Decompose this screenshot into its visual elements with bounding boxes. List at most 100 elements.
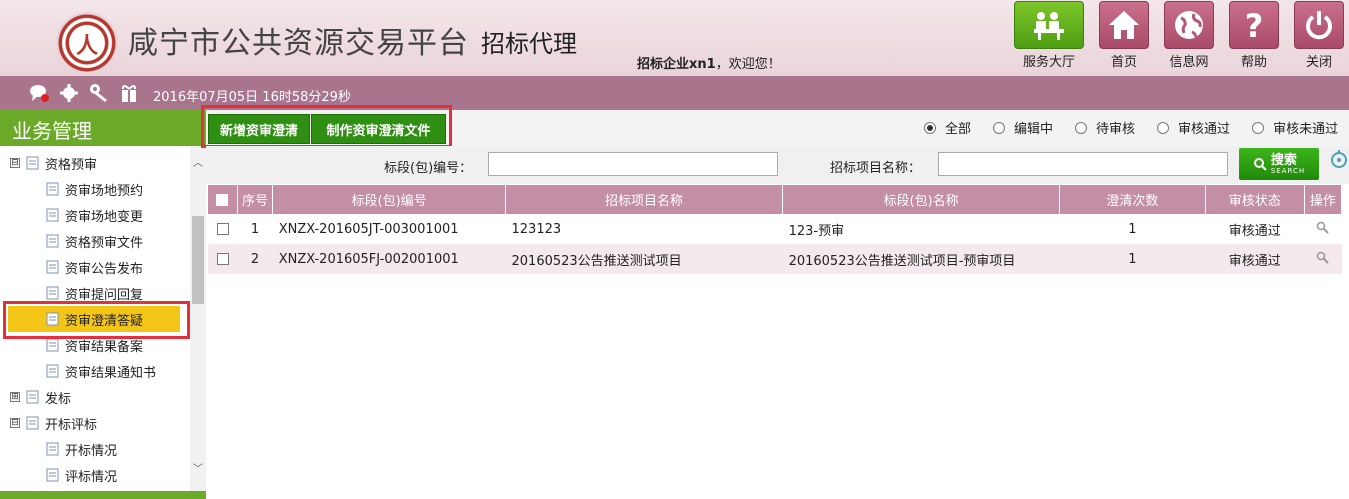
- home-button[interactable]: 首页: [1099, 1, 1149, 70]
- radio-icon[interactable]: [1075, 121, 1088, 134]
- tree-label: 资审场地变更: [65, 209, 144, 225]
- search-button[interactable]: 搜索 SEARCH: [1239, 148, 1319, 180]
- checkbox-icon[interactable]: [216, 253, 229, 265]
- expand-icon[interactable]: ⊞: [10, 392, 20, 402]
- gift-icon[interactable]: [118, 82, 140, 104]
- tree-item-venue-change[interactable]: 资审场地变更: [46, 202, 143, 228]
- folder-doc-icon: [26, 416, 39, 430]
- col-header-code: 标段(包)编号: [272, 185, 507, 214]
- document-icon: [46, 260, 59, 274]
- cell-status: 审核通过: [1228, 223, 1281, 239]
- sidebar-tree: ⊟ 资格预审 资审场地预约 资审场地变更 资格预审文件 资审公告发布 资审提问回复…: [0, 146, 206, 491]
- checkbox-icon[interactable]: [216, 223, 229, 235]
- search-icon: [1253, 158, 1267, 171]
- cell-project: 123123: [511, 221, 562, 237]
- tree-group-bidding[interactable]: ⊞ 发标: [10, 384, 71, 410]
- tree-item-result-filing[interactable]: 资审结果备案: [46, 332, 143, 358]
- add-clarification-button[interactable]: 新增资审澄清: [208, 114, 310, 144]
- sub-title: 招标代理: [481, 30, 577, 58]
- tree-item-venue-booking[interactable]: 资审场地预约: [46, 176, 143, 202]
- help-label: 帮助: [1240, 55, 1267, 70]
- home-icon: [1109, 11, 1139, 39]
- service-hall-icon: [1034, 12, 1064, 40]
- row-select[interactable]: [208, 244, 238, 274]
- radio-icon[interactable]: [1157, 121, 1170, 134]
- cell-project: 20160523公告推送测试项目: [505, 244, 783, 274]
- row-select[interactable]: [208, 214, 237, 244]
- cell-no: 2: [237, 244, 273, 274]
- tree-group-opening[interactable]: ⊟ 开标评标: [10, 410, 97, 436]
- select-all-cell[interactable]: [208, 185, 238, 214]
- tree-label: 资审公告发布: [65, 261, 144, 277]
- cell-action[interactable]: [1304, 214, 1341, 244]
- welcome-user: 招标企业xn1: [637, 57, 716, 72]
- view-icon[interactable]: [1316, 221, 1330, 234]
- document-icon: [46, 286, 59, 300]
- info-network-label: 信息网: [1169, 55, 1209, 70]
- tree-item-opening-status[interactable]: 开标情况: [46, 436, 117, 462]
- tree-label: 资审场地预约: [65, 183, 144, 199]
- col-header-section: 标段(包)名称: [782, 185, 1061, 214]
- filter-pending[interactable]: 待审核: [1075, 118, 1135, 137]
- section-code-label: 标段(包)编号：: [384, 161, 473, 176]
- section-code-input[interactable]: [488, 152, 778, 176]
- scroll-down-icon[interactable]: ﹀: [193, 460, 203, 475]
- power-icon: [1306, 11, 1332, 40]
- tree-item-qa-reply[interactable]: 资审提问回复: [46, 280, 143, 306]
- radio-icon[interactable]: [1252, 121, 1265, 134]
- sidebar-scrollbar[interactable]: ︿ ﹀: [190, 146, 206, 491]
- help-button[interactable]: ? 帮助: [1229, 1, 1279, 70]
- filter-approved[interactable]: 审核通过: [1157, 118, 1230, 137]
- key-icon[interactable]: [88, 82, 110, 104]
- filter-label: 待审核: [1096, 122, 1136, 137]
- table-header-row: 序号 标段(包)编号 招标项目名称 标段(包)名称 澄清次数 审核状态 操作: [208, 185, 1343, 214]
- filter-label: 编辑中: [1014, 122, 1054, 137]
- gear-icon[interactable]: [58, 82, 80, 104]
- close-button[interactable]: 关闭: [1294, 1, 1344, 70]
- tree-item-clarification[interactable]: 资审澄清答疑: [8, 306, 180, 332]
- tree-label: 开标情况: [65, 443, 118, 459]
- service-hall-button[interactable]: 服务大厅: [1014, 1, 1084, 70]
- cell-code: XNZX-201605FJ-002001001: [272, 244, 506, 274]
- radio-icon[interactable]: [993, 121, 1006, 134]
- tree-label: 发标: [45, 391, 72, 407]
- collapse-icon[interactable]: ⊟: [10, 158, 20, 168]
- service-hall-label: 服务大厅: [1022, 55, 1075, 70]
- tree-group-qualification[interactable]: ⊟ 资格预审: [10, 150, 97, 176]
- tree-item-result-notice[interactable]: 资审结果通知书: [46, 358, 156, 384]
- filter-label: 全部: [945, 122, 972, 137]
- make-clarification-file-button[interactable]: 制作资审澄清文件: [311, 114, 446, 144]
- cell-section: 20160523公告推送测试项目-预审项目: [782, 244, 1060, 274]
- tree-label: 资审澄清答疑: [65, 313, 144, 329]
- tree-item-prequal-docs[interactable]: 资格预审文件: [46, 228, 143, 254]
- welcome-text: 招标企业xn1，欢迎您！: [637, 53, 781, 72]
- collapse-icon[interactable]: ⊟: [10, 418, 20, 428]
- project-name-input[interactable]: [938, 152, 1228, 176]
- scroll-up-icon[interactable]: ︿: [193, 154, 203, 169]
- table-row: 1 XNZX-201605JT-003001001 123123 123-预审 …: [208, 214, 1342, 244]
- message-icon[interactable]: [28, 82, 50, 104]
- globe-icon: [1175, 11, 1203, 39]
- cell-action[interactable]: [1304, 244, 1342, 274]
- filter-all[interactable]: 全部: [924, 118, 971, 137]
- info-network-button[interactable]: 信息网: [1164, 1, 1214, 70]
- scroll-thumb[interactable]: [192, 216, 204, 304]
- tree-item-announcement[interactable]: 资审公告发布: [46, 254, 143, 280]
- cell-no: 1: [250, 221, 260, 237]
- filter-editing[interactable]: 编辑中: [993, 118, 1053, 137]
- logo-mark: 人: [76, 33, 99, 59]
- tree-item-evaluation-status[interactable]: 评标情况: [46, 462, 117, 488]
- cell-code: XNZX-201605JT-003001001: [278, 221, 459, 237]
- svg-text:?: ?: [1245, 8, 1264, 42]
- status-bar: 2016年07月05日 16时58分29秒: [0, 76, 1349, 110]
- checkbox-icon[interactable]: [216, 193, 229, 206]
- document-icon: [46, 182, 59, 196]
- pin-icon[interactable]: [1329, 150, 1349, 172]
- tree-label: 资格预审: [45, 157, 98, 173]
- view-icon[interactable]: [1316, 251, 1330, 264]
- datetime-text: 2016年07月05日 16时58分29秒: [153, 90, 351, 105]
- table-row: 2 XNZX-201605FJ-002001001 20160523公告推送测试…: [208, 244, 1342, 274]
- filter-rejected[interactable]: 审核未通过: [1252, 118, 1338, 137]
- sidebar-header: 业务管理: [0, 110, 206, 146]
- radio-checked-icon[interactable]: [924, 121, 936, 134]
